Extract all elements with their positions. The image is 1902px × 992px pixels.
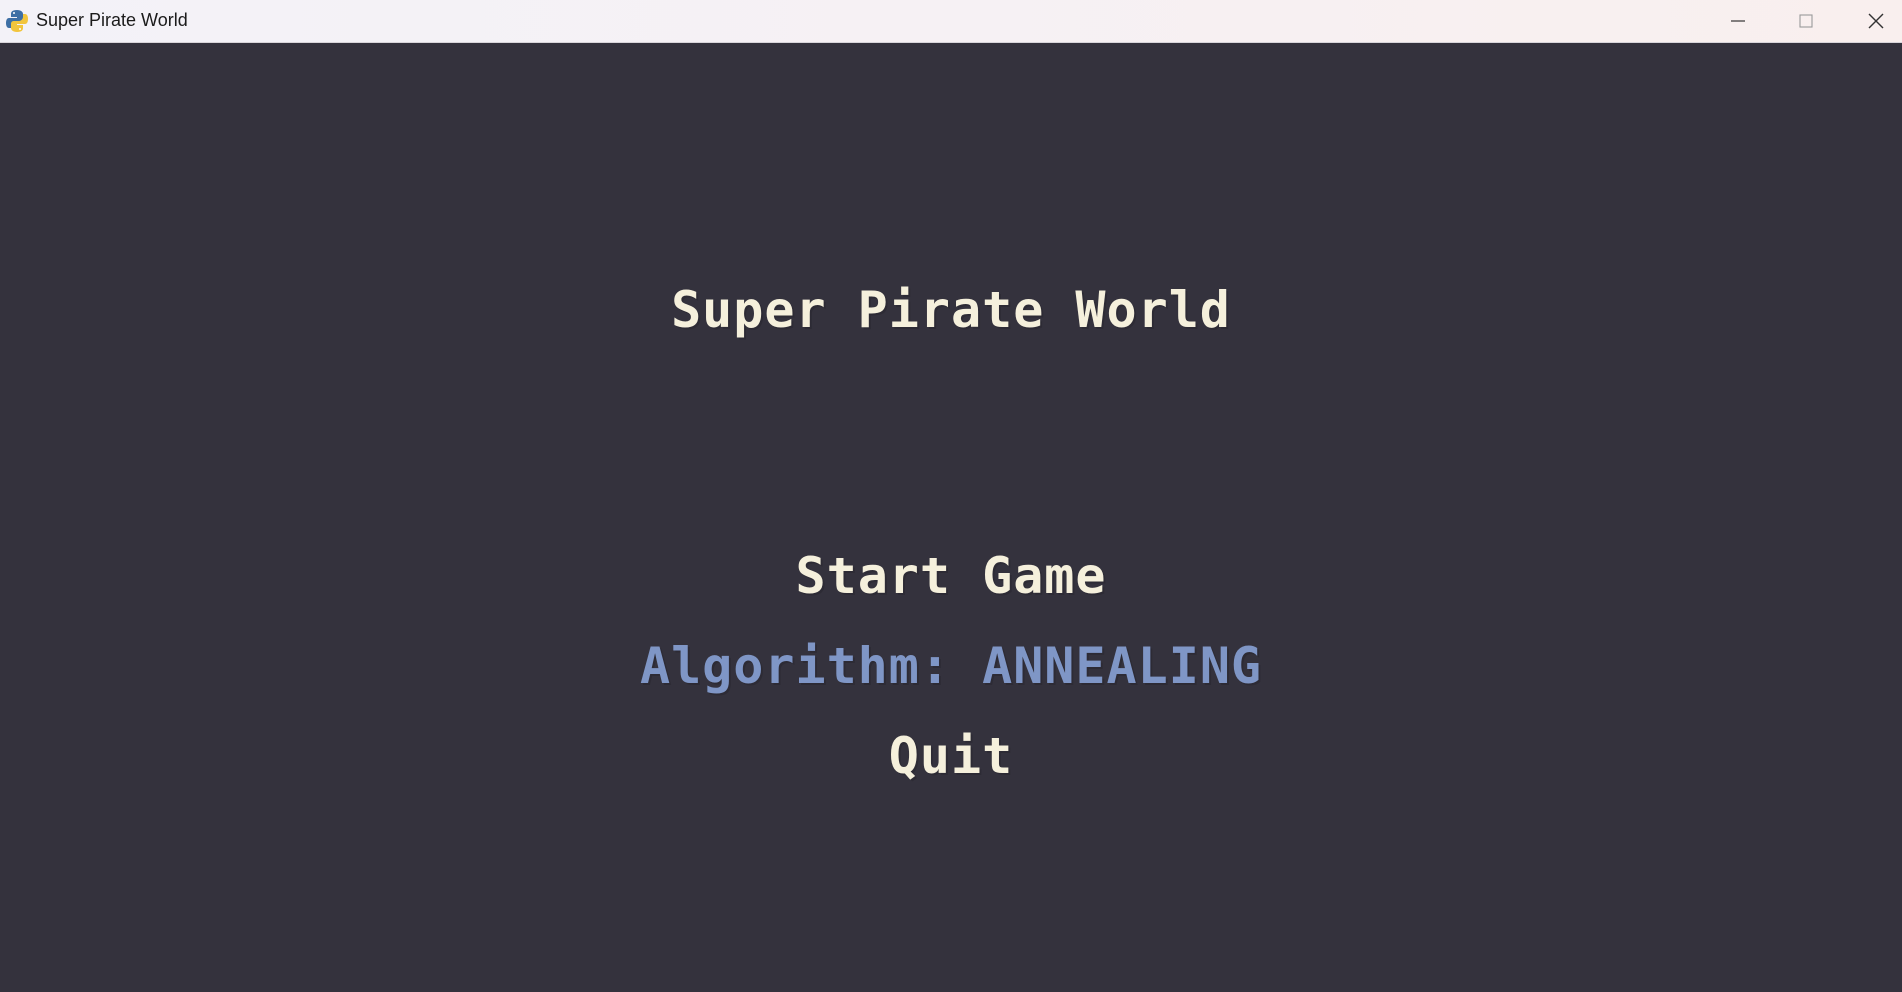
maximize-button[interactable] xyxy=(1774,0,1838,42)
maximize-icon xyxy=(1799,14,1813,28)
close-button[interactable] xyxy=(1844,0,1902,42)
app-window: Super Pirate World Super Pirate World St… xyxy=(0,0,1902,992)
menu-quit[interactable]: Quit xyxy=(0,727,1902,785)
python-icon xyxy=(6,10,28,32)
minimize-button[interactable] xyxy=(1706,0,1770,42)
menu-algorithm[interactable]: Algorithm: ANNEALING xyxy=(0,637,1902,695)
game-title: Super Pirate World xyxy=(671,281,1231,339)
minimize-icon xyxy=(1731,20,1745,22)
title-bar[interactable]: Super Pirate World xyxy=(0,0,1902,43)
close-icon xyxy=(1868,13,1884,29)
menu-start-game[interactable]: Start Game xyxy=(0,547,1902,605)
window-title: Super Pirate World xyxy=(36,10,188,30)
game-canvas[interactable]: Super Pirate World Start Game Algorithm:… xyxy=(0,43,1902,992)
